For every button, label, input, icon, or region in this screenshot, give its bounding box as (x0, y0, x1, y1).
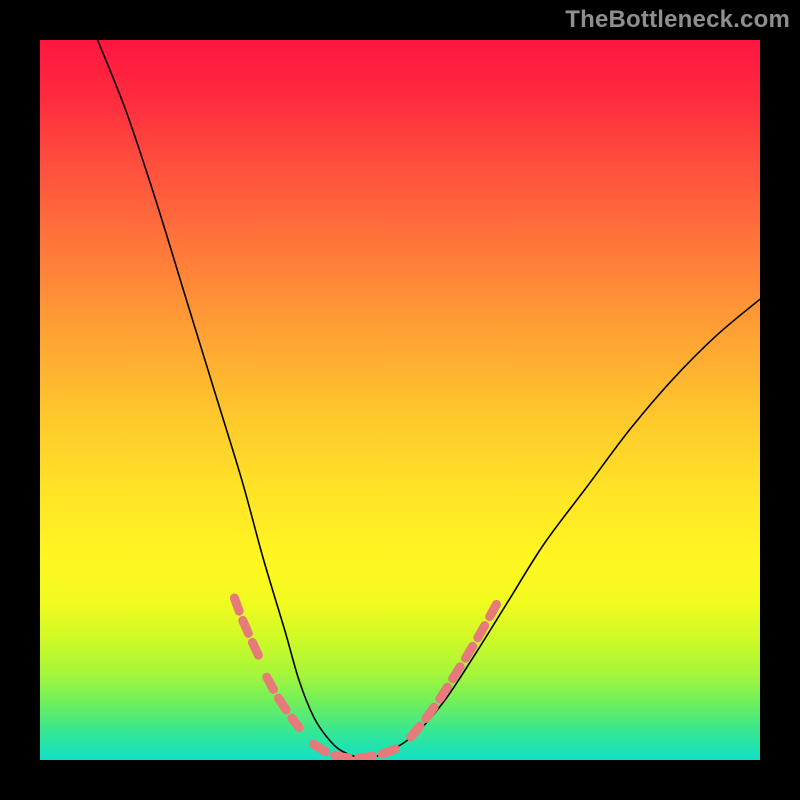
chart-frame: TheBottleneck.com (0, 0, 800, 800)
series-bottleneck-curve (98, 40, 760, 758)
plot-area (40, 40, 760, 760)
series-highlight-bottom (314, 744, 400, 758)
watermark-text: TheBottleneck.com (565, 6, 790, 34)
series-highlight-right (411, 603, 497, 737)
curve-svg (40, 40, 760, 760)
series-highlight-left-upper (234, 598, 259, 658)
series-highlight-left-lower (267, 677, 299, 727)
